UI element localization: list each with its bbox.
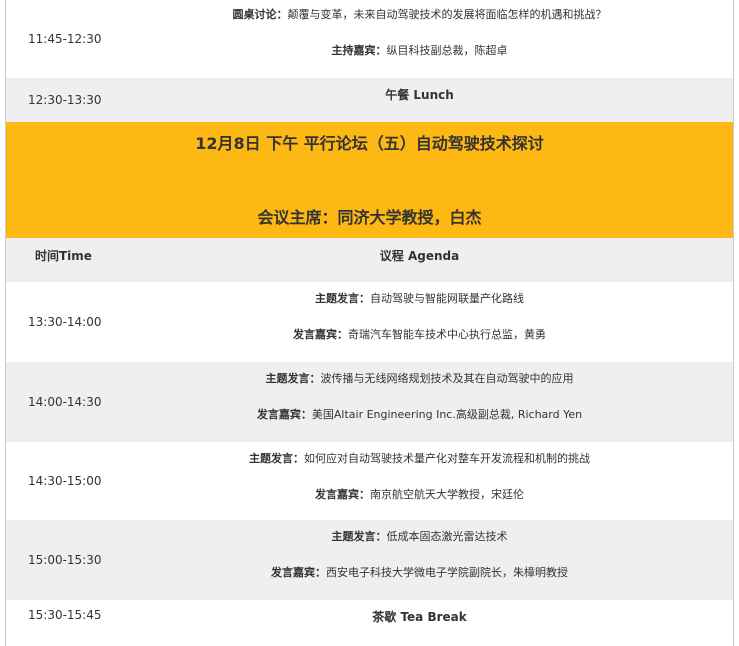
header-time: 时间Time (35, 249, 92, 263)
forum-banner: 12月8日 下午 平行论坛（五）自动驾驶技术探讨 会议主席：同济大学教授，白杰 (6, 122, 733, 238)
row-time: 13:30-14:00 (28, 315, 102, 329)
row-time: 14:30-15:00 (28, 474, 102, 488)
topic-text: 波传播与无线网络规划技术及其在自动驾驶中的应用 (320, 372, 574, 385)
row-topic: 主题发言：低成本固态激光雷达技术 (106, 528, 733, 544)
speaker-text: 西安电子科技大学微电子学院副院长，朱樟明教授 (326, 566, 568, 579)
row-topic: 圆桌讨论：颠覆与变革，未来自动驾驶技术的发展将面临怎样的机遇和挑战？ (106, 6, 733, 22)
topic-text: 颠覆与变革，未来自动驾驶技术的发展将面临怎样的机遇和挑战？ (287, 8, 607, 21)
speaker-label: 发言嘉宾： (271, 566, 326, 579)
agenda-row-session: 15:00-15:30 主题发言：低成本固态激光雷达技术 发言嘉宾：西安电子科技… (6, 520, 733, 600)
speaker-label: 主持嘉宾： (331, 44, 387, 57)
speaker-label: 发言嘉宾： (256, 408, 312, 421)
row-speaker: 发言嘉宾：南京航空航天大学教授，宋廷伦 (106, 486, 733, 502)
agenda-row-session: 14:00-14:30 主题发言：波传播与无线网络规划技术及其在自动驾驶中的应用… (6, 362, 733, 442)
topic-text: 如何应对自动驾驶技术量产化对整车开发流程和机制的挑战 (304, 452, 590, 465)
row-speaker: 发言嘉宾：奇瑞汽车智能车技术中心执行总监，黄勇 (106, 326, 733, 342)
agenda-row-break: 15:30-15:45 茶歇 Tea Break (6, 600, 733, 646)
speaker-text: 美国Altair Engineering Inc.高级副总裁, Richard … (311, 408, 583, 421)
row-time: 11:45-12:30 (28, 32, 102, 46)
agenda-row-session: 13:30-14:00 主题发言：自动驾驶与智能网联量产化路线 发言嘉宾：奇瑞汽… (6, 282, 733, 362)
speaker-text: 南京航空航天大学教授，宋廷伦 (370, 488, 524, 501)
row-time: 15:00-15:30 (28, 553, 102, 567)
row-time: 12:30-13:30 (28, 93, 102, 107)
break-title: 茶歇 Tea Break (372, 610, 467, 624)
forum-chair: 会议主席：同济大学教授，白杰 (257, 208, 482, 227)
lunch-title: 午餐 Lunch (385, 88, 454, 102)
header-agenda: 议程 Agenda (379, 249, 460, 263)
row-speaker: 发言嘉宾：西安电子科技大学微电子学院副院长，朱樟明教授 (106, 564, 733, 580)
topic-text: 自动驾驶与智能网联量产化路线 (370, 292, 524, 305)
table-header: 时间Time 议程 Agenda (6, 238, 733, 282)
topic-text: 低成本固态激光雷达技术 (386, 530, 508, 543)
topic-label: 主题发言： (249, 452, 304, 465)
agenda-table: 11:45-12:30 圆桌讨论：颠覆与变革，未来自动驾驶技术的发展将面临怎样的… (5, 0, 734, 646)
agenda-row-roundtable: 11:45-12:30 圆桌讨论：颠覆与变革，未来自动驾驶技术的发展将面临怎样的… (6, 0, 733, 78)
speaker-text: 奇瑞汽车智能车技术中心执行总监，黄勇 (348, 328, 546, 341)
row-time: 15:30-15:45 (28, 608, 102, 622)
topic-label: 主题发言： (331, 530, 387, 543)
row-topic: 主题发言：波传播与无线网络规划技术及其在自动驾驶中的应用 (106, 370, 733, 386)
row-speaker: 主持嘉宾：纵目科技副总裁，陈超卓 (106, 42, 733, 58)
topic-label: 主题发言： (315, 292, 370, 305)
topic-label: 圆桌讨论： (232, 8, 288, 21)
agenda-row-lunch: 12:30-13:30 午餐 Lunch (6, 78, 733, 122)
row-time: 14:00-14:30 (28, 395, 102, 409)
topic-label: 主题发言： (265, 372, 321, 385)
row-topic: 主题发言：自动驾驶与智能网联量产化路线 (106, 290, 733, 306)
row-speaker: 发言嘉宾：美国Altair Engineering Inc.高级副总裁, Ric… (106, 406, 733, 422)
speaker-label: 发言嘉宾： (293, 328, 348, 341)
forum-title: 12月8日 下午 平行论坛（五）自动驾驶技术探讨 (195, 134, 544, 153)
speaker-label: 发言嘉宾： (315, 488, 370, 501)
agenda-row-session: 14:30-15:00 主题发言：如何应对自动驾驶技术量产化对整车开发流程和机制… (6, 442, 733, 520)
row-topic: 主题发言：如何应对自动驾驶技术量产化对整车开发流程和机制的挑战 (106, 450, 733, 466)
speaker-text: 纵目科技副总裁，陈超卓 (386, 44, 508, 57)
